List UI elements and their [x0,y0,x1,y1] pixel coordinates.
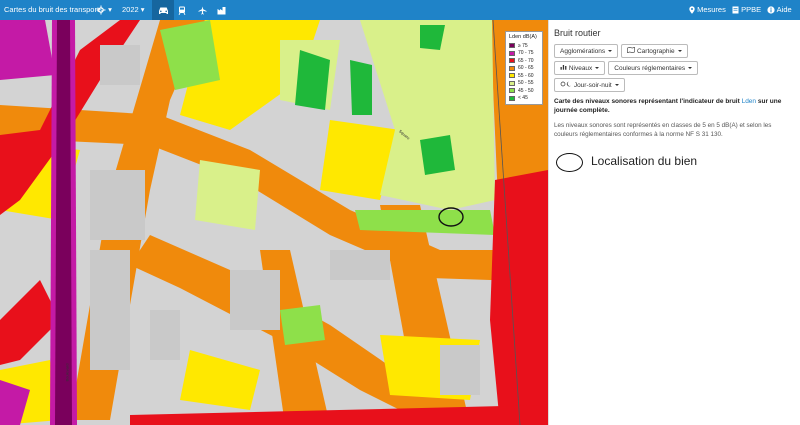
property-location-label: Localisation du bien [591,154,698,168]
day-evening-night-dropdown[interactable]: Jour-soir-nuit [554,78,625,92]
map-description: Carte des niveaux sonores représentant l… [554,98,782,114]
legend-row: 60 - 65 [509,65,539,73]
help-link[interactable]: Aide [767,0,792,20]
legend-title: Lden dB(A) [509,34,537,40]
measures-link[interactable]: Mesures [689,0,726,20]
legend-row: 65 - 70 [509,57,539,65]
legend-swatch [509,95,515,101]
air-noise-tab[interactable] [196,0,208,20]
legend-row: < 45 [509,95,539,103]
chevron-down-icon [608,50,613,53]
car-icon [158,7,168,14]
plane-icon [198,6,206,15]
lden-link[interactable]: Lden [742,98,756,105]
chevron-down-icon [688,67,693,70]
legend-row: 55 - 60 [509,72,539,80]
noise-legend: Lden dB(A) ≥ 75 70 - 75 65 - 70 60 - 65 … [505,31,543,105]
road-noise-tab[interactable] [152,0,174,20]
legend-swatch [509,80,515,86]
chevron-down-icon: ▾ [108,5,112,14]
bar-chart-icon [560,65,567,70]
agglomerations-dropdown[interactable]: Agglomérations [554,44,619,58]
info-panel: Bruit routier Agglomérations Cartographi… [548,20,800,425]
map-note: Les niveaux sonores sont représentés en … [554,122,772,138]
location-settings-dropdown[interactable]: ▾ [96,0,112,20]
sun-moon-icon [560,81,571,87]
chevron-down-icon [595,67,600,70]
legend-swatch [509,50,515,56]
map-icon [627,46,635,54]
document-icon [732,6,739,14]
year-selector[interactable]: 2022 ▾ [122,0,145,20]
levels-dropdown[interactable]: Niveaux [554,61,606,75]
app-title[interactable]: Cartes du bruit des transports [4,0,103,20]
location-settings-icon [96,5,106,15]
top-bar: Cartes du bruit des transports ▾ 2022 ▾ [0,0,800,20]
chevron-down-icon [677,50,682,53]
street-label: Boulevard [64,363,70,382]
legend-swatch [509,73,515,79]
noise-map-canvas[interactable] [0,20,548,425]
map-marker-icon [689,6,695,14]
rail-noise-tab[interactable] [176,0,188,20]
legend-row: ≥ 75 [509,42,539,50]
legend-swatch [509,65,515,71]
property-location-annotation: Localisation du bien [556,151,756,173]
industry-icon [217,6,225,15]
chevron-down-icon: ▾ [140,5,145,14]
info-icon [767,6,775,14]
industry-noise-tab[interactable] [214,0,228,20]
train-icon [178,6,186,15]
legend-row: 45 - 50 [509,87,539,95]
noise-map[interactable]: Square Boulevard Lden dB(A) ≥ 75 70 - 75… [0,20,548,425]
ppbe-link[interactable]: PPBE [732,0,761,20]
legend-row: 50 - 55 [509,80,539,88]
legend-swatch [509,88,515,94]
year-value: 2022 [122,5,139,14]
regulatory-colors-dropdown[interactable]: Couleurs réglementaires [608,61,699,75]
legend-swatch [509,58,515,64]
legend-row: 70 - 75 [509,50,539,58]
cartography-dropdown[interactable]: Cartographie [621,44,688,58]
panel-title: Bruit routier [554,28,601,38]
chevron-down-icon [614,84,619,87]
legend-swatch [509,43,515,49]
ellipse-icon [556,153,583,172]
